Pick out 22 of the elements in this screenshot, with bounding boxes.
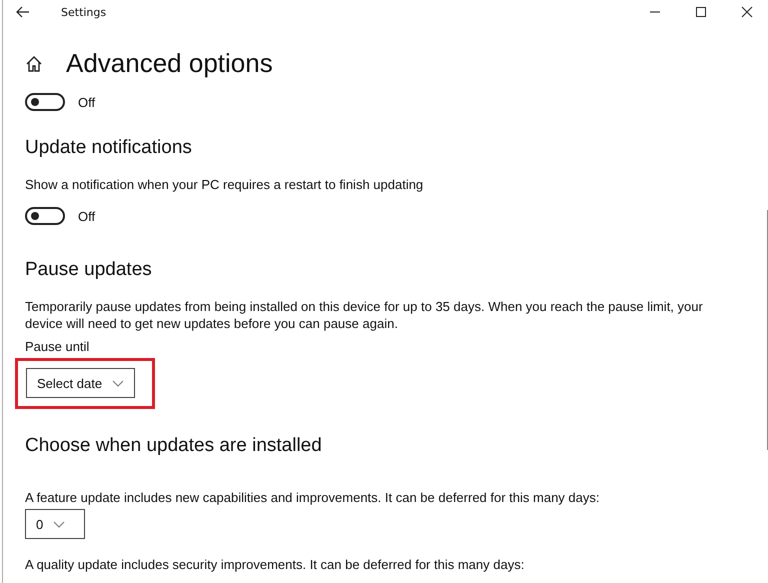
description-text: Temporarily pause updates from being installed on this device for up to 35 days. When you reach the pause limit, your device will need to get new updates before you can pause again.: [25, 298, 704, 332]
section-heading: Pause updates: [25, 259, 153, 281]
description-text: A feature update includes new capabilities and improvements. It can be deferred for this many days:: [25, 489, 600, 506]
close-icon: [741, 6, 753, 18]
dropdown[interactable]: 0: [25, 509, 85, 539]
maximize-icon: [695, 6, 707, 18]
toggle-state-label: Off: [78, 208, 96, 224]
toggle-switch[interactable]: [25, 207, 65, 225]
window-title: Settings: [61, 6, 106, 18]
section-heading: Update notifications: [25, 137, 193, 159]
description-text: Show a notification when your PC requires a restart to finish updating: [25, 176, 424, 193]
back-icon: [16, 6, 30, 18]
page-title: Advanced options: [66, 48, 273, 79]
toggle-state-label: Off: [78, 94, 96, 110]
toggle-switch[interactable]: [25, 93, 65, 111]
chevron-down-icon: [112, 380, 124, 386]
chevron-down-icon: [53, 520, 66, 528]
section-heading: Choose when updates are installed: [25, 435, 323, 457]
field-label: Pause until: [25, 339, 90, 354]
description-text: A quality update includes security improvements. It can be deferred for this many days:: [25, 556, 526, 573]
home-icon: [25, 54, 43, 72]
dropdown[interactable]: Select date: [26, 368, 136, 398]
